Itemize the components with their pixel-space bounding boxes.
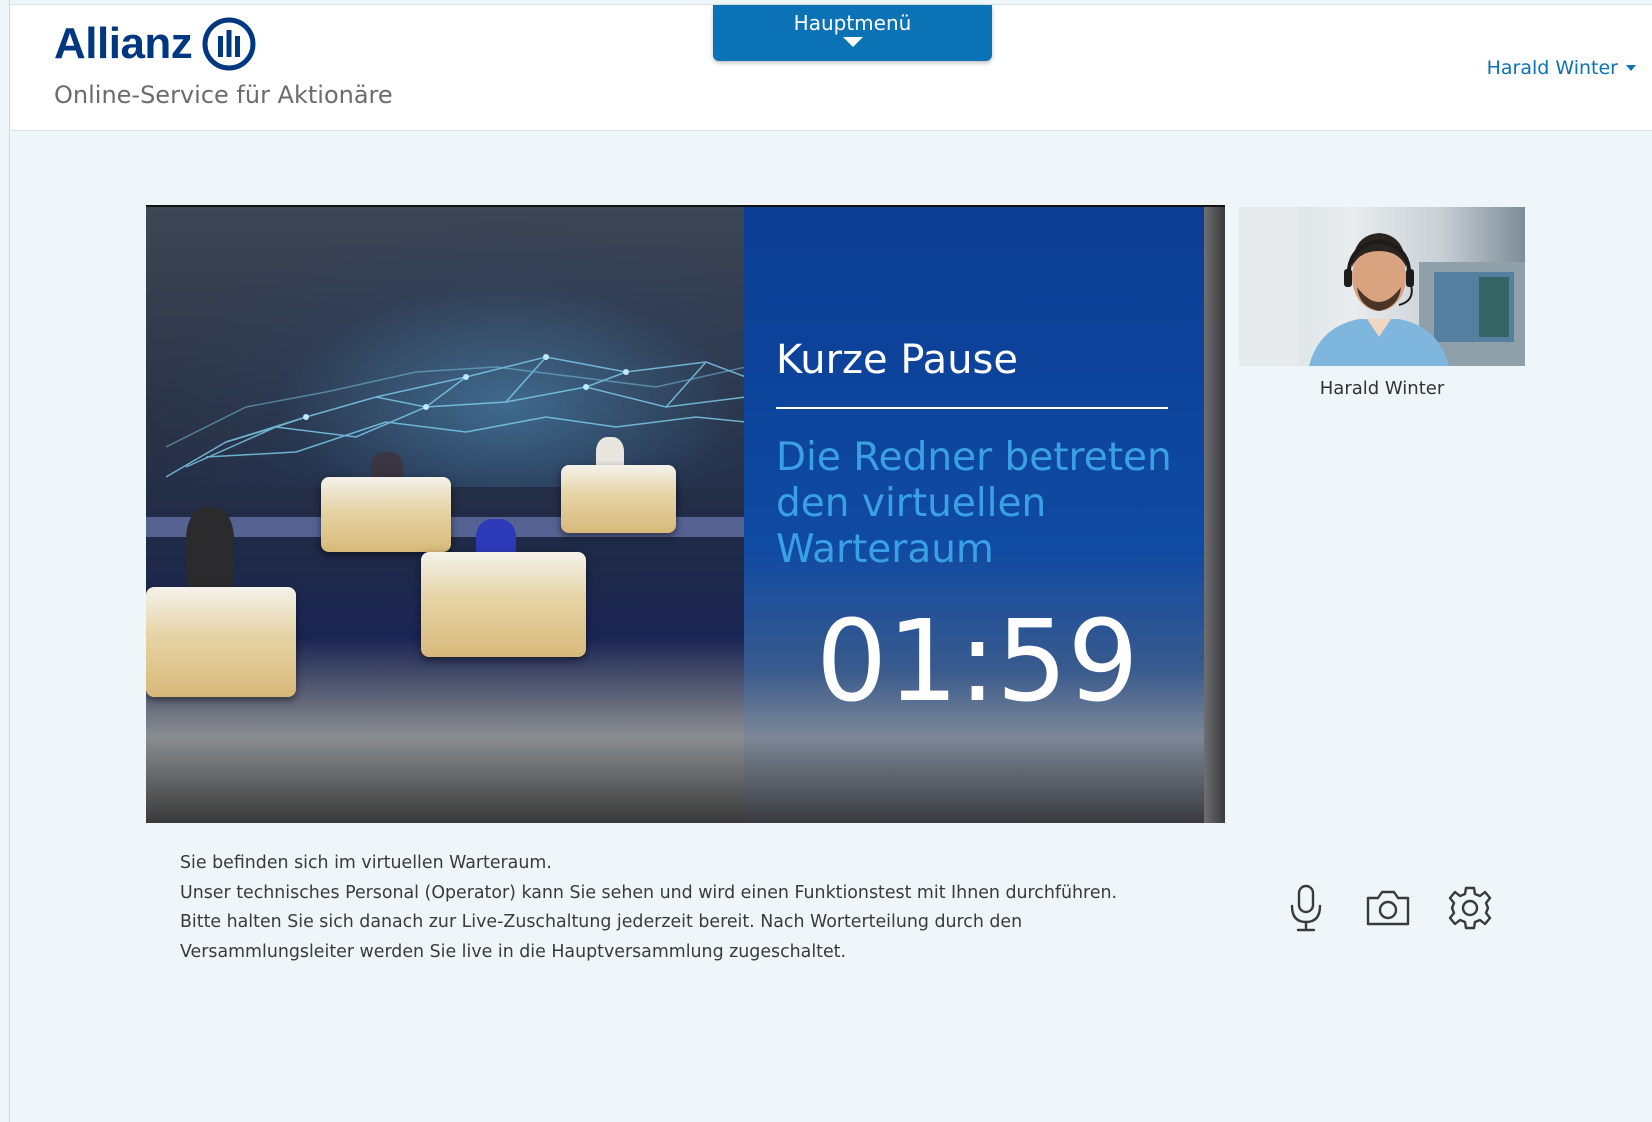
main-menu-label: Hauptmenü xyxy=(793,11,912,35)
camera-button[interactable] xyxy=(1362,880,1414,936)
microphone-button[interactable] xyxy=(1280,880,1332,936)
speaker-desk xyxy=(561,465,676,533)
speaker-desk xyxy=(321,477,451,552)
site-tagline: Online-Service für Aktionäre xyxy=(54,81,393,109)
speaker-desk xyxy=(146,587,296,697)
page-left-border xyxy=(9,0,10,1122)
user-avatar-image xyxy=(1239,207,1525,366)
camera-icon xyxy=(1366,890,1410,926)
brand-wordmark: Allianz xyxy=(54,19,193,68)
page-header: Allianz Online-Service für Aktionäre Hau… xyxy=(10,4,1652,131)
main-menu-button[interactable]: Hauptmenü xyxy=(713,5,992,61)
pause-title: Kurze Pause xyxy=(776,337,1018,383)
media-controls xyxy=(1280,880,1520,936)
chevron-down-icon xyxy=(842,37,863,47)
user-name-label: Harald Winter xyxy=(1486,57,1618,79)
caret-down-icon xyxy=(1626,65,1636,71)
user-menu-dropdown[interactable]: Harald Winter xyxy=(1487,57,1636,79)
pause-divider xyxy=(776,407,1168,409)
info-line-1: Sie befinden sich im virtuellen Warterau… xyxy=(180,853,552,873)
self-view-name: Harald Winter xyxy=(1319,378,1445,399)
microphone-icon xyxy=(1290,884,1322,932)
allianz-eagle-icon xyxy=(202,17,256,71)
speaker-figure xyxy=(186,507,234,587)
conference-stage-scene xyxy=(146,207,746,823)
panel-edge xyxy=(1204,207,1225,823)
self-camera-preview xyxy=(1239,207,1525,366)
allianz-logo[interactable]: Allianz xyxy=(54,15,256,73)
info-line-2: Unser technisches Personal (Operator) ka… xyxy=(180,882,1118,962)
waiting-room-info: Sie befinden sich im virtuellen Warterau… xyxy=(180,849,1160,967)
gear-icon xyxy=(1448,886,1492,930)
speaker-desk xyxy=(421,552,586,657)
pause-info-panel: Kurze Pause Die Redner betreten den virt… xyxy=(744,207,1204,823)
pause-subtitle: Die Redner betreten den virtuellen Warte… xyxy=(776,435,1172,572)
live-video-player[interactable]: Kurze Pause Die Redner betreten den virt… xyxy=(146,205,1225,823)
countdown-timer: 01:59 xyxy=(816,597,1139,727)
settings-button[interactable] xyxy=(1444,880,1496,936)
